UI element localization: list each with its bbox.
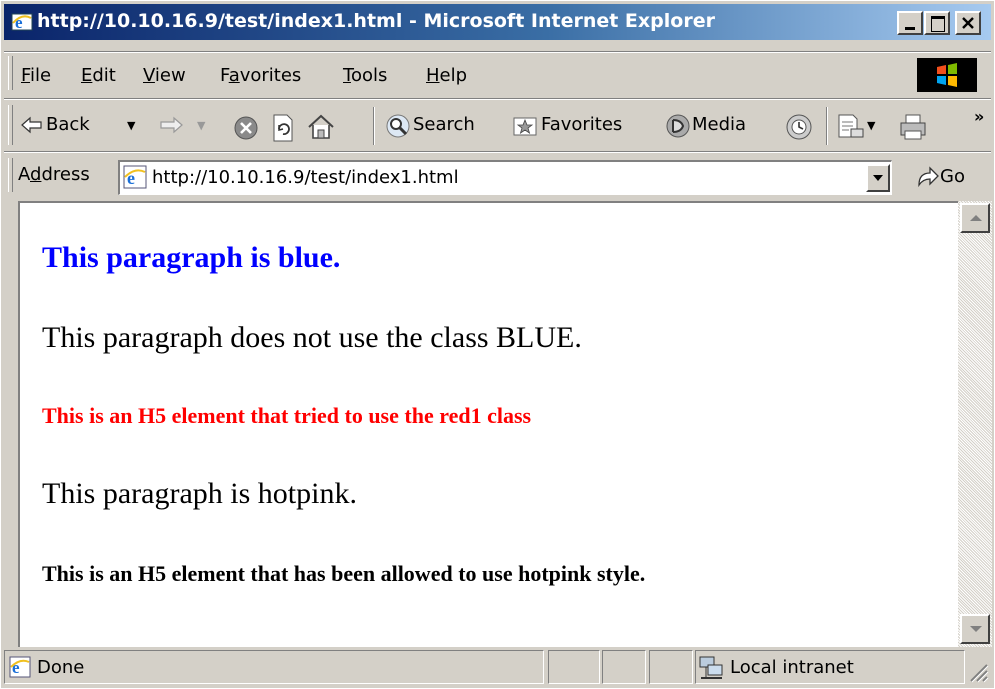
status-zone-pane: Local intranet <box>695 650 965 684</box>
chevron-down-icon <box>873 175 883 181</box>
back-label: Back <box>46 114 90 135</box>
address-field[interactable]: e http://10.10.16.9/test/index1.html <box>118 160 892 195</box>
menu-grip <box>8 56 13 90</box>
scroll-up-icon <box>970 215 982 221</box>
status-text-pane: e Done <box>4 650 544 684</box>
address-dropdown-button[interactable] <box>866 164 890 192</box>
maximize-button[interactable] <box>924 11 950 35</box>
address-grip <box>8 158 13 192</box>
menu-file[interactable]: File <box>21 65 51 86</box>
back-arrow-icon <box>21 116 42 134</box>
windows-throbber <box>917 58 977 92</box>
h5-hotpink: This is an H5 element that has been allo… <box>42 561 646 586</box>
paragraph-hotpink: This paragraph is hotpink. <box>42 477 357 510</box>
page-content: This paragraph is blue. This paragraph d… <box>18 201 958 647</box>
mail-button[interactable]: ▼ <box>837 111 883 141</box>
address-label: Address <box>18 164 90 185</box>
local-intranet-icon <box>699 656 723 679</box>
menu-divider-top <box>4 51 991 53</box>
paragraph-blue: This paragraph is blue. <box>42 241 341 274</box>
mail-icon <box>838 114 864 138</box>
search-label: Search <box>413 114 475 135</box>
go-arrow-icon <box>918 166 939 188</box>
status-pane-4 <box>649 650 693 684</box>
search-button[interactable]: Search <box>385 110 495 142</box>
status-pane-3 <box>602 650 646 684</box>
refresh-icon[interactable] <box>271 114 295 142</box>
status-text: Done <box>37 657 85 678</box>
h5-red: This is an H5 element that tried to use … <box>42 403 532 428</box>
back-dropdown-icon[interactable]: ▼ <box>127 119 135 132</box>
toolbar-more-chevron[interactable]: » <box>974 107 984 126</box>
mail-dropdown-icon[interactable]: ▼ <box>867 119 875 132</box>
favorites-icon <box>513 117 537 136</box>
address-url[interactable]: http://10.10.16.9/test/index1.html <box>152 167 459 188</box>
stop-icon[interactable] <box>233 115 259 141</box>
go-label: Go <box>940 166 965 187</box>
browser-window: e http://10.10.16.9/test/index1.html - M… <box>0 0 995 689</box>
search-icon <box>386 114 410 138</box>
media-label: Media <box>692 114 747 135</box>
media-icon <box>666 114 690 138</box>
scroll-up-button[interactable] <box>960 203 990 233</box>
forward-dropdown-icon[interactable]: ▼ <box>197 119 205 132</box>
home-icon[interactable] <box>307 113 335 141</box>
menu-view[interactable]: View <box>143 65 186 86</box>
menu-favorites[interactable]: Favorites <box>220 65 301 86</box>
window-title: http://10.10.16.9/test/index1.html - Mic… <box>37 10 715 32</box>
scroll-down-button[interactable] <box>960 614 990 644</box>
page-ie-icon: e <box>123 165 147 189</box>
vertical-scrollbar[interactable] <box>958 201 992 647</box>
toolbar-separator <box>373 107 375 145</box>
forward-arrow-icon <box>160 116 183 134</box>
maximize-icon <box>931 16 945 32</box>
menu-edit[interactable]: Edit <box>81 65 116 86</box>
minimize-button[interactable] <box>897 11 923 35</box>
windows-logo-icon <box>937 63 957 87</box>
favorites-button[interactable]: Favorites <box>513 110 645 142</box>
media-button[interactable]: Media <box>665 110 767 142</box>
print-icon[interactable] <box>898 113 928 141</box>
toolbar-divider-top <box>4 98 991 100</box>
close-icon <box>962 17 974 29</box>
ie-logo-icon: e <box>11 13 33 32</box>
scroll-down-icon <box>970 626 982 632</box>
title-bar[interactable]: e http://10.10.16.9/test/index1.html - M… <box>4 4 991 40</box>
history-icon[interactable] <box>785 113 813 141</box>
address-divider-top <box>4 151 991 153</box>
back-button[interactable]: Back ▼ <box>21 110 156 142</box>
forward-button[interactable]: ▼ <box>159 110 217 142</box>
paragraph-plain: This paragraph does not use the class BL… <box>42 321 582 354</box>
security-zone: Local intranet <box>730 657 854 678</box>
resize-grip-icon[interactable] <box>967 661 989 683</box>
menu-help[interactable]: Help <box>426 65 467 86</box>
ie-page-icon: e <box>9 656 31 678</box>
minimize-icon <box>905 27 915 30</box>
favorites-label: Favorites <box>541 114 623 135</box>
status-pane-2 <box>548 650 600 684</box>
menu-tools[interactable]: Tools <box>343 65 387 86</box>
close-button[interactable] <box>955 11 981 35</box>
toolbar-grip <box>8 105 13 145</box>
toolbar-separator-2 <box>826 107 828 145</box>
go-button[interactable]: Go <box>916 163 986 193</box>
